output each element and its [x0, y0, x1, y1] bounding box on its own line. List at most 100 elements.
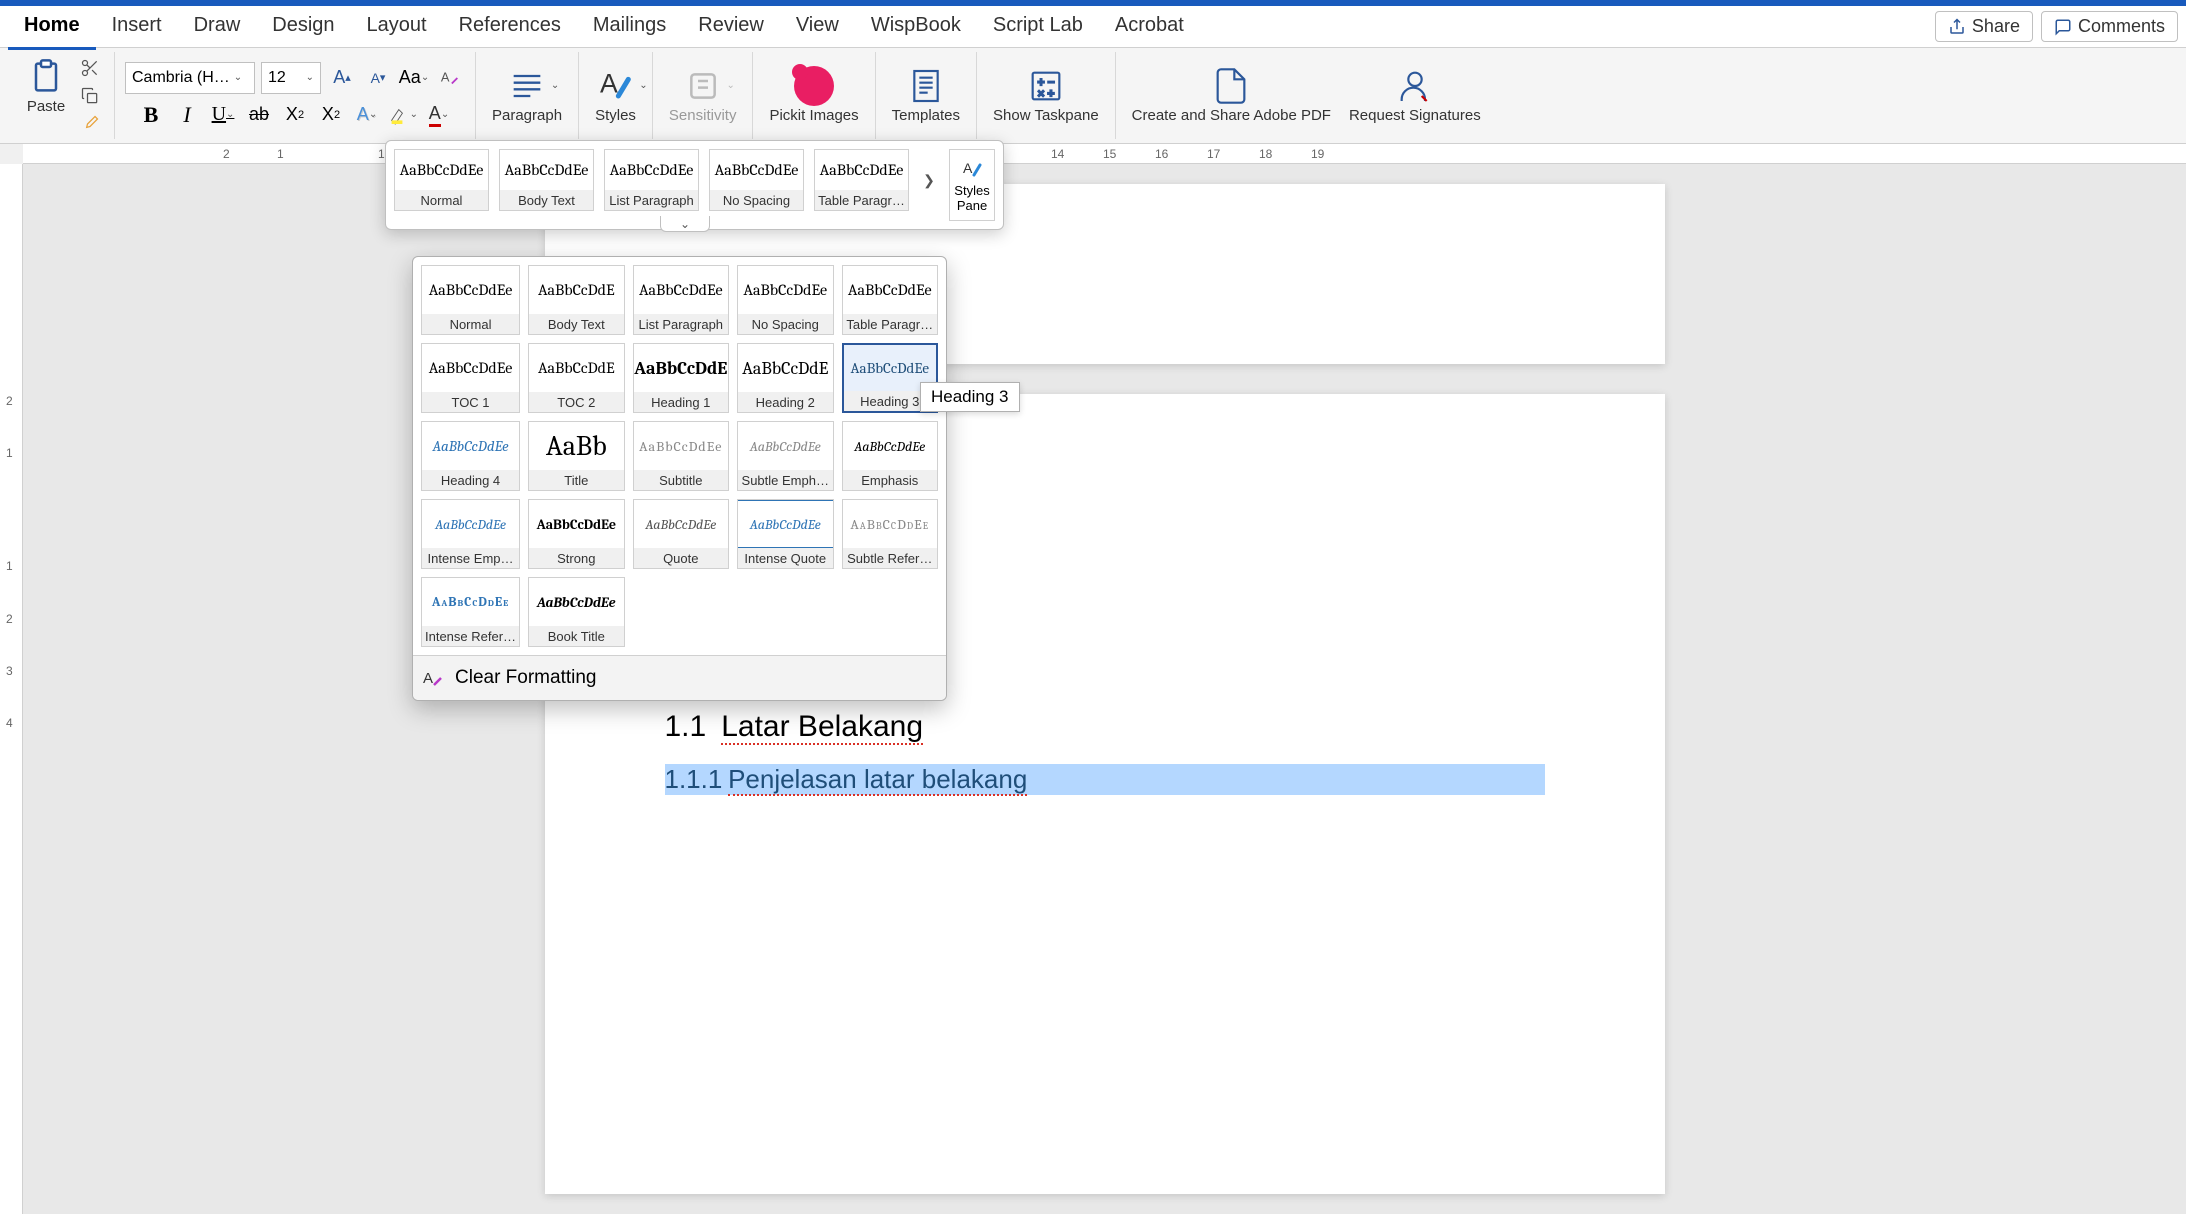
grow-font-button[interactable]: A▴: [327, 63, 357, 93]
italic-button[interactable]: I: [172, 100, 202, 130]
copy-button[interactable]: [76, 83, 104, 109]
format-painter-button[interactable]: [76, 111, 104, 137]
paste-button[interactable]: Paste: [20, 55, 72, 118]
clear-formatting-row[interactable]: A Clear Formatting: [413, 655, 946, 700]
templates-icon: [906, 66, 946, 106]
subscript-button[interactable]: X2: [280, 100, 310, 130]
style-subtitle[interactable]: AaBbCcDdEeSubtitle: [633, 421, 729, 491]
taskpane-icon: + −× ÷: [1026, 66, 1066, 106]
style-body-text[interactable]: AaBbCcDdEeBody Text: [499, 149, 594, 211]
pickit-button[interactable]: Pickit Images: [763, 52, 864, 139]
heading-3-text-selected[interactable]: 1.1.1 Penjelasan latar belakang: [665, 764, 1545, 795]
superscript-button[interactable]: X2: [316, 100, 346, 130]
tab-references[interactable]: References: [443, 4, 577, 50]
style-title[interactable]: AaBbTitle: [528, 421, 624, 491]
show-taskpane-button[interactable]: + −× ÷ Show Taskpane: [987, 52, 1105, 139]
styles-pane-icon: A: [960, 157, 984, 181]
style-intense-emphasis[interactable]: AaBbCcDdEeIntense Emp…: [421, 499, 520, 569]
svg-text:A: A: [963, 160, 973, 176]
cut-button[interactable]: [76, 55, 104, 81]
style-quote[interactable]: AaBbCcDdEeQuote: [633, 499, 729, 569]
text-effects-button[interactable]: A ⌄: [352, 100, 382, 130]
share-button[interactable]: Share: [1935, 11, 2033, 42]
sensitivity-button: ⌄ Sensitivity: [663, 52, 743, 139]
font-group: Cambria (H…⌄ 12⌄ A▴ A▾ Aa ⌄ A B I U ⌄ ab…: [115, 52, 476, 139]
paragraph-group: ⌄ Paragraph: [476, 52, 579, 139]
style-no-spacing[interactable]: AaBbCcDdEeNo Spacing: [709, 149, 804, 211]
style-table-paragraph-dd[interactable]: AaBbCcDdEeTable Paragr…: [842, 265, 939, 335]
page-scroll-container[interactable]: 1.1 Latar Belakang 1.1.1 Penjelasan lata…: [23, 164, 2186, 1214]
copy-icon: [80, 86, 100, 106]
request-signatures-button[interactable]: Request Signatures: [1343, 52, 1487, 139]
signature-icon: [1395, 66, 1435, 106]
style-book-title[interactable]: AaBbCcDdEeBook Title: [528, 577, 624, 647]
tab-review[interactable]: Review: [682, 4, 780, 50]
font-color-button[interactable]: A ⌄: [424, 100, 454, 130]
style-heading1[interactable]: AaBbCcDdEHeading 1: [633, 343, 729, 413]
tab-view[interactable]: View: [780, 4, 855, 50]
templates-button[interactable]: Templates: [886, 52, 966, 139]
style-heading2[interactable]: AaBbCcDdEHeading 2: [737, 343, 833, 413]
clear-formatting-icon: A: [421, 666, 445, 690]
svg-text:A: A: [600, 69, 618, 99]
style-heading4[interactable]: AaBbCcDdEeHeading 4: [421, 421, 520, 491]
tab-wispbook[interactable]: WispBook: [855, 4, 977, 50]
document-area: 2 1 1 2 3 4 1.1 Latar Belakang 1.1.1 Pen…: [0, 164, 2186, 1214]
vertical-ruler[interactable]: 2 1 1 2 3 4: [0, 164, 23, 1214]
comments-button[interactable]: Comments: [2041, 11, 2178, 42]
pdf-share-icon: [1211, 66, 1251, 106]
paste-icon: [26, 57, 66, 97]
tab-home[interactable]: Home: [8, 4, 96, 50]
style-no-spacing-dd[interactable]: AaBbCcDdEeNo Spacing: [737, 265, 833, 335]
styles-icon: A: [595, 66, 635, 106]
svg-text:A: A: [441, 69, 450, 84]
font-name-select[interactable]: Cambria (H…⌄: [125, 62, 255, 94]
bold-button[interactable]: B: [136, 100, 166, 130]
pickit-icon: [794, 66, 834, 106]
font-size-select[interactable]: 12⌄: [261, 62, 321, 94]
style-normal[interactable]: AaBbCcDdEeNormal: [394, 149, 489, 211]
tab-insert[interactable]: Insert: [96, 4, 178, 50]
tab-draw[interactable]: Draw: [178, 4, 257, 50]
acrobat-group: Create and Share Adobe PDF Request Signa…: [1116, 52, 1497, 139]
shrink-font-button[interactable]: A▾: [363, 63, 393, 93]
style-subtle-emphasis[interactable]: AaBbCcDdEeSubtle Emph…: [737, 421, 833, 491]
style-table-paragraph[interactable]: AaBbCcDdEeTable Paragr…: [814, 149, 909, 211]
styles-pane-button[interactable]: A Styles Pane: [949, 149, 995, 221]
tab-layout[interactable]: Layout: [351, 4, 443, 50]
sensitivity-group: ⌄ Sensitivity: [653, 52, 754, 139]
style-strong[interactable]: AaBbCcDdEeStrong: [528, 499, 624, 569]
svg-text:A: A: [423, 670, 433, 687]
underline-button[interactable]: U ⌄: [208, 100, 238, 130]
clear-formatting-button[interactable]: A: [435, 63, 465, 93]
tab-mailings[interactable]: Mailings: [577, 4, 682, 50]
tab-design[interactable]: Design: [256, 4, 350, 50]
style-list-paragraph[interactable]: AaBbCcDdEeList Paragraph: [604, 149, 699, 211]
style-list-paragraph-dd[interactable]: AaBbCcDdEeList Paragraph: [633, 265, 729, 335]
style-normal-dd[interactable]: AaBbCcDdEeNormal: [421, 265, 520, 335]
style-intense-quote[interactable]: AaBbCcDdEeIntense Quote: [737, 499, 833, 569]
heading-2-text[interactable]: 1.1 Latar Belakang: [665, 710, 1545, 744]
paragraph-button[interactable]: ⌄ Paragraph: [486, 52, 568, 139]
styles-row-expand-caret[interactable]: ⌄: [660, 216, 710, 232]
tab-scriptlab[interactable]: Script Lab: [977, 4, 1099, 50]
tab-acrobat[interactable]: Acrobat: [1099, 4, 1200, 50]
paintbrush-icon: [80, 114, 100, 134]
ribbon: Paste Cambria (H…⌄ 12⌄ A▴ A▾ Aa ⌄ A B I …: [0, 48, 2186, 144]
style-intense-reference[interactable]: AaBbCcDdEeIntense Refer…: [421, 577, 520, 647]
styles-group: A ⌄ Styles: [579, 52, 653, 139]
style-toc2[interactable]: AaBbCcDdETOC 2: [528, 343, 624, 413]
style-subtle-reference[interactable]: AaBbCcDdEeSubtle Refer…: [842, 499, 939, 569]
change-case-button[interactable]: Aa ⌄: [399, 63, 429, 93]
style-body-text-dd[interactable]: AaBbCcDdEBody Text: [528, 265, 624, 335]
style-emphasis[interactable]: AaBbCcDdEeEmphasis: [842, 421, 939, 491]
strikethrough-button[interactable]: ab: [244, 100, 274, 130]
styles-button[interactable]: A ⌄ Styles: [589, 52, 642, 139]
highlight-button[interactable]: ⌄: [388, 100, 418, 130]
ribbon-tabs: Home Insert Draw Design Layout Reference…: [0, 6, 2186, 48]
styles-more-chevron[interactable]: ❯: [919, 149, 939, 211]
templates-group: Templates: [876, 52, 977, 139]
horizontal-ruler[interactable]: 2 1 1 14 15 16 17 18 19: [23, 144, 2186, 164]
create-share-pdf-button[interactable]: Create and Share Adobe PDF: [1126, 52, 1337, 139]
style-toc1[interactable]: AaBbCcDdEeTOC 1: [421, 343, 520, 413]
